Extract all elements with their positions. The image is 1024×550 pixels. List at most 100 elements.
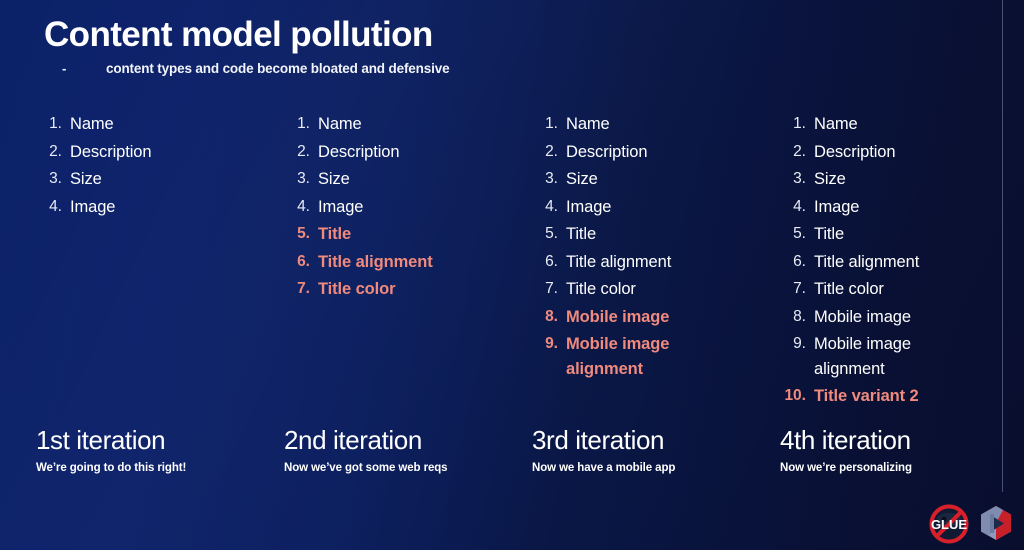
list-item-label: Description [814, 142, 896, 161]
list-item: 1. Name [282, 112, 496, 137]
list-item-label: Title [814, 225, 845, 243]
no-glue-icon: GLUE [929, 504, 969, 544]
list-item-number: 8. [545, 307, 558, 325]
list-item-label: Title [566, 225, 597, 243]
list-item-label: Title [318, 225, 352, 243]
list-item-label: Image [566, 197, 612, 216]
glue-wordmark: GLUE [931, 517, 967, 532]
list-item-label: Size [318, 170, 350, 188]
list-item: 10. Title variant 2 [778, 384, 992, 409]
subtitle-dash: - [62, 61, 67, 77]
list-item: 4. Image [282, 195, 496, 220]
list-item-number: 3. [545, 170, 558, 187]
list-item: 9. Mobile image alignment [778, 332, 992, 381]
list-item: 3. Size [282, 167, 496, 192]
list-item-number: 5. [793, 225, 806, 242]
list-item-number: 2. [49, 142, 62, 160]
list-item-number: 3. [297, 170, 310, 187]
column-iteration-4: 1. Name 2. Description 3. Size 4. Image 5. Title 6… [744, 112, 992, 412]
list-item-number: 6. [297, 252, 310, 270]
list-item: 5. Title [282, 222, 496, 247]
page-title: Content model pollution [44, 15, 433, 54]
list-item: 2. Description [530, 140, 744, 165]
list-item-label: Name [814, 115, 858, 133]
list-item-label: Mobile image alignment [566, 335, 670, 378]
list-item: 4. Image [34, 195, 248, 220]
caption-iteration-1: 1st iteration We’re going to do this rig… [0, 425, 248, 474]
list-item-label: Size [70, 170, 102, 188]
list-item-number: 7. [297, 280, 310, 297]
list-item-label: Title alignment [814, 252, 920, 271]
list-item-label: Title variant 2 [814, 387, 919, 405]
list-item: 8. Mobile image [778, 305, 992, 330]
list-item: 3. Size [778, 167, 992, 192]
column-iteration-1: 1. Name 2. Description 3. Size 4. Image [0, 112, 248, 412]
list-item-number: 1. [793, 115, 806, 132]
list-item: 2. Description [34, 140, 248, 165]
list-item: 5. Title [530, 222, 744, 247]
subtitle-row: - content types and code become bloated … [44, 61, 984, 76]
list-item: 4. Image [778, 195, 992, 220]
list-item-label: Title alignment [318, 252, 433, 271]
list-item: 6. Title alignment [778, 250, 992, 275]
caption-subtitle: Now we’re personalizing [780, 461, 912, 474]
list-item-number: 1. [49, 115, 62, 132]
list-item-label: Image [318, 197, 364, 216]
iteration-columns: 1. Name 2. Description 3. Size 4. Image 1. Name 2… [0, 112, 1024, 412]
caption-title: 3rd iteration [532, 425, 665, 455]
list-item-label: Name [566, 115, 610, 133]
list-item: 9. Mobile image alignment [530, 332, 744, 381]
caption-subtitle: We’re going to do this right! [36, 461, 187, 474]
list-item-number: 7. [793, 280, 806, 297]
list-item-number: 3. [793, 170, 806, 187]
hexagon-play-logo [976, 503, 1016, 545]
list-item: 8. Mobile image [530, 305, 744, 330]
iteration-captions: 1st iteration We’re going to do this rig… [0, 425, 1024, 474]
list-item-number: 7. [545, 280, 558, 297]
list-item-label: Title alignment [566, 252, 672, 271]
list-item: 3. Size [530, 167, 744, 192]
list-item-number: 8. [793, 307, 806, 325]
slide-root: Content model pollution - content types … [0, 0, 1024, 550]
list-item-number: 4. [545, 197, 558, 215]
list-item-number: 5. [297, 225, 310, 242]
list-item-number: 4. [297, 197, 310, 215]
list-item-label: Title color [566, 280, 636, 298]
list-item-number: 4. [49, 197, 62, 215]
list-item: 7. Title color [282, 277, 496, 302]
caption-iteration-3: 3rd iteration Now we have a mobile app [496, 425, 744, 474]
no-glue-logo: GLUE [928, 503, 970, 545]
list-item-number: 1. [297, 115, 310, 132]
list-item-number: 9. [545, 335, 558, 352]
list-item: 5. Title [778, 222, 992, 247]
content-model-list-1: 1. Name 2. Description 3. Size 4. Image [34, 112, 248, 219]
column-iteration-2: 1. Name 2. Description 3. Size 4. Image 5. Title 6… [248, 112, 496, 412]
list-item: 7. Title color [778, 277, 992, 302]
logo-group: GLUE [928, 503, 1016, 545]
list-item-number: 2. [793, 142, 806, 160]
list-item-number: 2. [297, 142, 310, 160]
hexagon-play-icon [981, 506, 1011, 540]
list-item: 1. Name [34, 112, 248, 137]
list-item-number: 4. [793, 197, 806, 215]
caption-title: 4th iteration [780, 425, 911, 455]
list-item-number: 6. [793, 252, 806, 270]
caption-title: 2nd iteration [284, 425, 422, 455]
list-item-label: Description [70, 142, 152, 161]
list-item-label: Name [70, 115, 114, 133]
list-item: 2. Description [778, 140, 992, 165]
content-model-list-3: 1. Name 2. Description 3. Size 4. Image 5. Title 6… [530, 112, 744, 381]
list-item-label: Title color [318, 280, 396, 298]
list-item: 3. Size [34, 167, 248, 192]
list-item-number: 5. [545, 225, 558, 242]
column-iteration-3: 1. Name 2. Description 3. Size 4. Image 5. Title 6… [496, 112, 744, 412]
list-item-label: Description [566, 142, 648, 161]
caption-iteration-2: 2nd iteration Now we’ve got some web req… [248, 425, 496, 474]
slide-header: Content model pollution - content types … [44, 14, 984, 76]
list-item-label: Size [814, 170, 846, 188]
list-item-number: 3. [49, 170, 62, 187]
list-item-label: Title color [814, 280, 884, 298]
list-item: 4. Image [530, 195, 744, 220]
list-item-label: Image [814, 197, 860, 216]
list-item-number: 10. [784, 387, 806, 404]
